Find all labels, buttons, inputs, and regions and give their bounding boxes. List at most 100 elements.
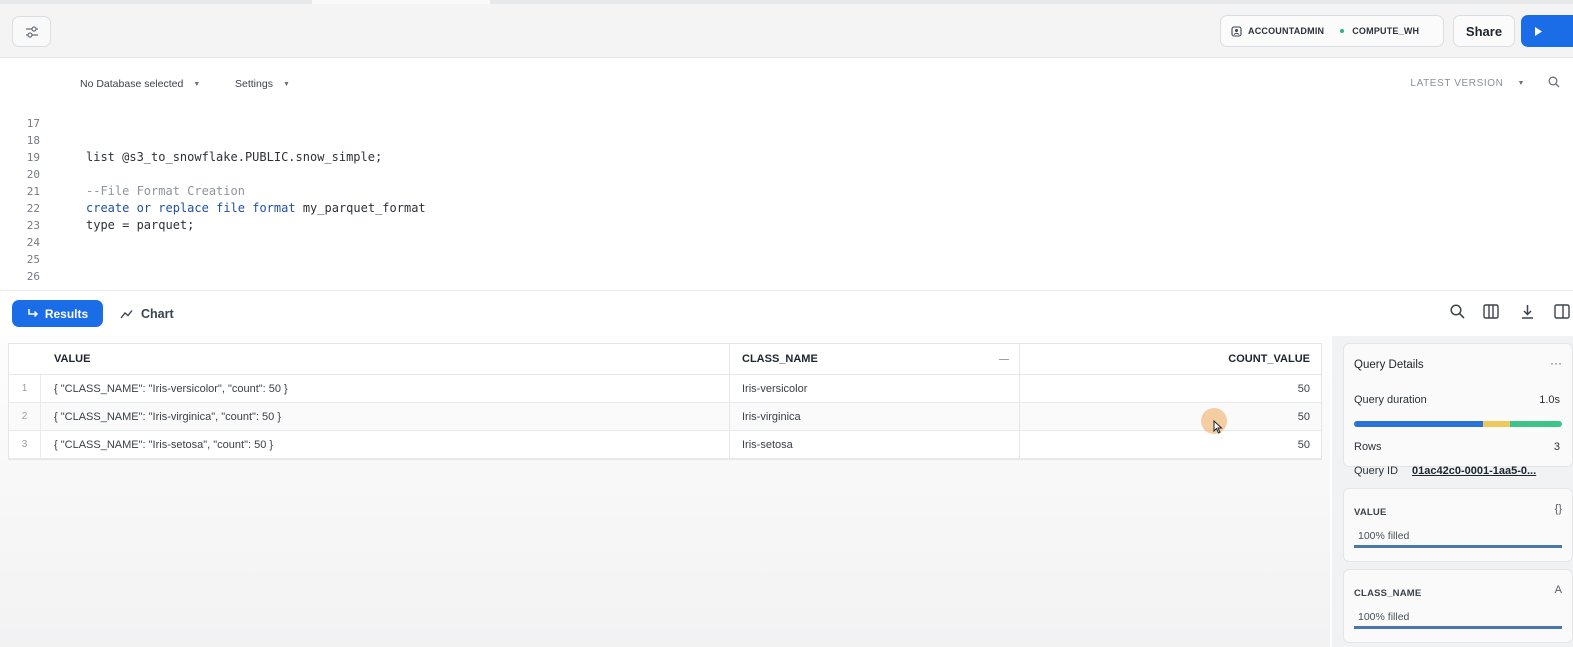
code-line: 25 [0,252,1573,269]
code-line: 21 --File Format Creation [0,184,1573,201]
toggle-panel-button[interactable] [1554,304,1570,324]
line-number: 21 [26,185,40,198]
line-number: 23 [26,219,40,232]
run-button[interactable] [1521,15,1573,47]
code-line: 18 [0,133,1573,150]
code-line: 23 type = parquet; [0,218,1573,235]
count-value-cell[interactable]: 50 [1019,375,1322,402]
line-number: 26 [26,270,40,283]
class-name-cell[interactable]: Iris-versicolor [729,375,1019,402]
results-tab-label: Results [44,306,89,321]
return-arrow-icon [28,309,38,318]
line-number: 20 [26,168,40,181]
settings-menu[interactable]: Settings ▼ [235,78,290,90]
editor-search-button[interactable] [1548,75,1560,93]
class-name-cell[interactable]: Iris-setosa [729,431,1019,458]
code-text: create or replace file format my_parquet… [86,201,426,215]
results-table: VALUE CLASS_NAME — COUNT_VALUE 1 { "CLAS… [8,343,1322,460]
code-text: type = parquet; [86,218,195,232]
fill-rate-bar: 100% filled [1354,530,1562,548]
code-line: 17 [0,116,1573,133]
query-details-title: Query Details [1354,359,1424,371]
count-value-cell[interactable]: 50 [1019,431,1322,458]
play-icon [1535,26,1542,36]
rows-value: 3 [1553,441,1560,453]
context-selector[interactable]: ACCOUNTADMIN COMPUTE_WH [1220,15,1444,47]
query-id-link[interactable]: 01ac42c0-0001-1aa5-0... [1412,465,1536,477]
chevron-down-icon: ▼ [193,80,201,88]
mouse-cursor-icon [1213,419,1223,439]
chart-tab-label: Chart [141,306,174,321]
sliders-icon [25,25,38,38]
code-line: 20 [0,167,1573,184]
code-line: 19 list @s3_to_snowflake.PUBLIC.snow_sim… [0,150,1573,167]
fill-rate-bar: 100% filled [1354,611,1562,629]
value-cell[interactable]: { "CLASS_NAME": "Iris-virginica", "count… [54,403,729,430]
row-index-header [9,344,41,374]
download-icon [1522,305,1533,319]
query-duration-bar [1354,421,1562,427]
results-area: VALUE CLASS_NAME — COUNT_VALUE 1 { "CLAS… [0,336,1330,647]
query-id-row: Query ID 01ac42c0-0001-1aa5-0... [1354,465,1560,477]
code-comment: --File Format Creation [86,184,245,198]
share-button[interactable]: Share [1453,15,1515,47]
table-row[interactable]: 3 { "CLASS_NAME": "Iris-setosa", "count"… [9,431,1321,459]
line-number: 22 [26,202,40,215]
column-menu-icon[interactable]: — [999,354,1009,365]
version-selector[interactable]: LATEST VERSION ▼ [1410,78,1525,89]
value-cell[interactable]: { "CLASS_NAME": "Iris-setosa", "count": … [54,431,729,458]
database-selector[interactable]: No Database selected ▼ [80,78,200,90]
value-cell[interactable]: { "CLASS_NAME": "Iris-versicolor", "coun… [54,375,729,402]
code-editor[interactable]: 17 18 19 list @s3_to_snowflake.PUBLIC.sn… [0,110,1573,290]
count-value-cell[interactable]: 50 [1019,403,1322,430]
column-header-count-value[interactable]: COUNT_VALUE [1019,344,1322,374]
column-card-value[interactable]: VALUE {} 100% filled [1343,488,1573,562]
filter-button[interactable] [12,16,51,47]
top-bar: ACCOUNTADMIN COMPUTE_WH Share [0,4,1573,58]
row-index: 1 [9,375,41,402]
row-index: 3 [9,431,41,458]
query-duration-label: Query duration [1354,394,1427,406]
table-row[interactable]: 2 { "CLASS_NAME": "Iris-virginica", "cou… [9,403,1321,431]
duration-segment-queue [1482,421,1510,427]
chevron-down-icon: ▼ [282,80,290,88]
text-type-icon: A [1554,584,1562,596]
column-card-class-name[interactable]: CLASS_NAME A 100% filled [1343,569,1573,643]
query-duration-row: Query duration 1.0s [1354,394,1560,406]
line-chart-icon [120,309,133,318]
column-header-label: CLASS_NAME [742,353,818,365]
column-header-class-name[interactable]: CLASS_NAME — [729,344,1019,374]
download-button[interactable] [1521,304,1534,324]
line-number: 17 [26,117,40,130]
results-tab[interactable]: Results [12,300,103,327]
search-icon [1548,76,1560,88]
rows-row: Rows 3 [1354,441,1560,453]
search-icon [1450,304,1465,319]
braces-icon: {} [1554,503,1562,515]
duration-segment-execute [1509,421,1562,427]
more-options-icon[interactable]: ··· [1550,356,1562,370]
code-line: 22 create or replace file format my_parq… [0,201,1573,218]
results-toolbar: Results Chart [0,290,1573,335]
split-panel-icon [1554,304,1570,319]
line-number: 24 [26,236,40,249]
table-row[interactable]: 1 { "CLASS_NAME": "Iris-versicolor", "co… [9,375,1321,403]
version-label: LATEST VERSION [1410,78,1504,89]
role-icon [1231,25,1242,37]
column-card-title: CLASS_NAME [1354,588,1422,599]
columns-button[interactable] [1483,304,1499,324]
column-header-value[interactable]: VALUE [54,344,729,374]
line-number: 25 [26,253,40,266]
code-line: 24 [0,235,1573,252]
query-duration-value: 1.0s [1539,394,1560,406]
line-number: 18 [26,134,40,147]
results-search-button[interactable] [1450,304,1465,324]
query-id-label: Query ID [1354,465,1399,477]
chart-tab[interactable]: Chart [120,300,174,327]
line-number: 19 [26,151,40,164]
inspector-panel: Query Details ··· Query duration 1.0s Ro… [1332,336,1573,647]
role-label: ACCOUNTADMIN [1248,26,1325,36]
class-name-cell[interactable]: Iris-virginica [729,403,1019,430]
columns-icon [1483,304,1499,319]
database-selector-label: No Database selected [80,78,184,90]
